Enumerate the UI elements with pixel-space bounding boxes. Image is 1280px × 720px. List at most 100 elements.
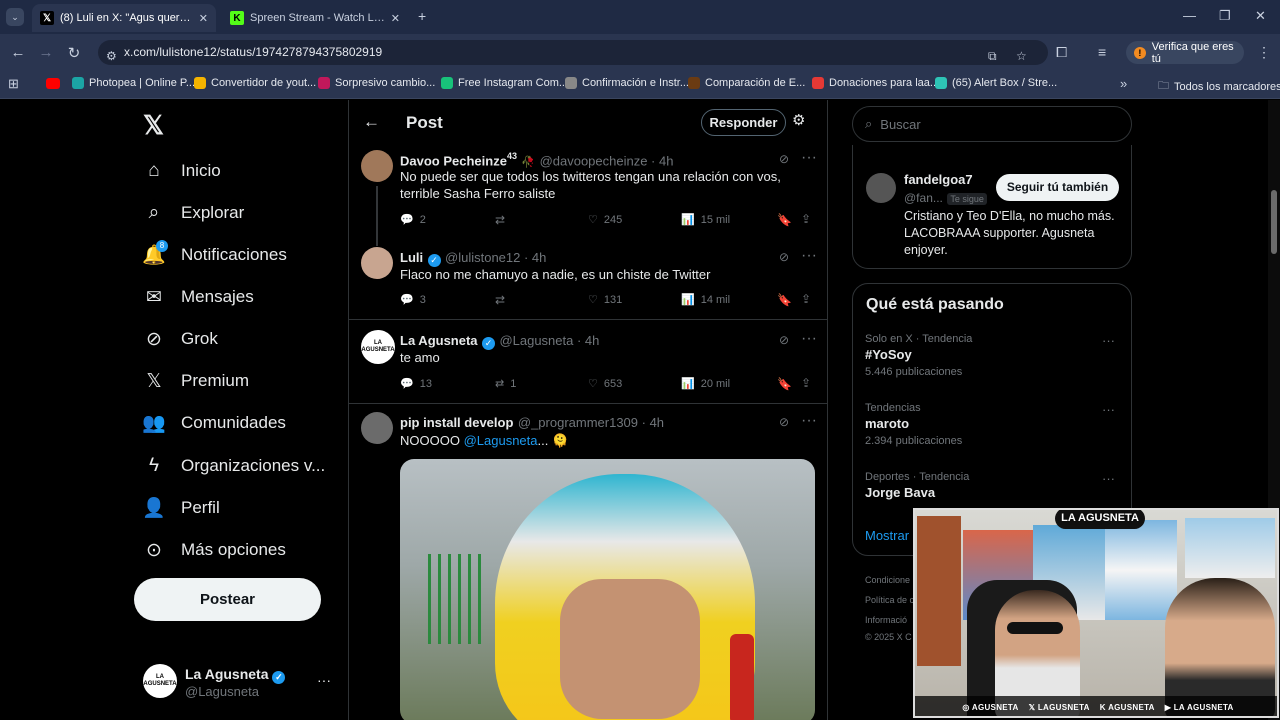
bookmark-item[interactable]: Free Instagram Com... — [441, 77, 568, 89]
grok-icon[interactable]: ⊘ — [779, 333, 789, 347]
more-icon[interactable]: ··· — [1102, 471, 1115, 486]
share-icon[interactable]: ⇪ — [801, 292, 811, 306]
scrollbar-thumb[interactable] — [1271, 190, 1277, 254]
footer-link[interactable]: © 2025 X C — [865, 632, 912, 642]
nav-item-explorar[interactable]: ⌕ Explorar — [143, 202, 245, 224]
reply-action[interactable]: 💬 2 — [400, 213, 426, 227]
mention-link[interactable]: @Lagusneta — [464, 433, 538, 448]
show-more-link[interactable]: Mostrar — [865, 528, 909, 543]
bookmark-item[interactable]: Photopea | Online P... — [72, 77, 195, 89]
close-icon[interactable]: ✕ — [391, 12, 400, 25]
menu-icon[interactable]: ⋮ — [1257, 44, 1271, 61]
share-icon[interactable]: ⇪ — [801, 212, 811, 226]
back-button[interactable]: ← — [8, 44, 28, 61]
more-icon[interactable]: ··· — [1102, 402, 1115, 417]
bookmark-item[interactable]: Donaciones para laa... — [812, 77, 939, 89]
follow-back-button[interactable]: Seguir tú también — [996, 174, 1119, 201]
tab-x-post[interactable]: 𝕏 (8) Luli en X: "Agus querido per ✕ — [32, 4, 216, 32]
forward-button[interactable]: → — [36, 44, 56, 61]
like-action[interactable]: ♡ 653 — [588, 377, 622, 391]
extensions-icon[interactable]: ⧠ — [1056, 44, 1067, 61]
bookmark-star-icon[interactable]: ☆ — [1016, 44, 1027, 69]
views-action[interactable]: 📊 14 mil — [681, 293, 730, 307]
x-logo-icon[interactable]: 𝕏 — [143, 110, 164, 141]
like-action[interactable]: ♡ 245 — [588, 213, 622, 227]
reading-list-icon[interactable]: ≡ — [1098, 44, 1106, 60]
views-action[interactable]: 📊 20 mil — [681, 377, 730, 391]
nav-item-mensajes[interactable]: ✉ Mensajes — [143, 286, 254, 308]
tweet[interactable]: Luli ✓ @lulistone12 · 4h ⊘ ··· Flaco no … — [349, 244, 827, 320]
communities-icon: 👥 — [142, 413, 166, 434]
account-switcher[interactable]: LA AGUSNETA La Agusneta ✓ @Lagusneta ··· — [143, 664, 338, 704]
site-info-icon[interactable]: ⚙ — [106, 44, 117, 69]
retweet-action[interactable]: ⇄ — [495, 213, 505, 227]
more-icon[interactable]: ··· — [1102, 333, 1115, 348]
more-icon[interactable]: ··· — [317, 672, 331, 688]
more-icon[interactable]: ··· — [801, 330, 817, 348]
search-input[interactable]: ⌕ Buscar — [852, 106, 1132, 142]
nav-item-inicio[interactable]: ⌂ Inicio — [143, 160, 220, 182]
retweet-action[interactable]: ⇄ 1 — [495, 377, 516, 391]
all-bookmarks-button[interactable]: 🗀 Todos los marcadores — [1158, 77, 1280, 96]
footer-link[interactable]: Informació — [865, 615, 907, 625]
tweet[interactable]: LA AGUSNETA La Agusneta ✓ @Lagusneta · 4h… — [349, 320, 827, 404]
like-action[interactable]: ♡ 131 — [588, 293, 622, 307]
post-button[interactable]: Postear — [134, 578, 321, 621]
more-icon[interactable]: ··· — [801, 247, 817, 265]
restore-button[interactable]: ❐ — [1219, 8, 1231, 24]
nav-item-comunidades[interactable]: 👥 Comunidades — [142, 412, 286, 434]
footer-link[interactable]: Condicione — [865, 575, 910, 585]
cast-icon[interactable]: ⧉ — [988, 44, 997, 69]
close-window-button[interactable]: ✕ — [1255, 8, 1266, 24]
nav-label: Explorar — [181, 203, 245, 222]
youtube-bookmark-icon[interactable] — [46, 78, 60, 89]
tab-kick-stream[interactable]: K Spreen Stream - Watch Live on ✕ — [222, 4, 408, 32]
trend-item[interactable]: Deportes · Tendencia Jorge Bava ··· — [865, 471, 1120, 504]
filter-icon[interactable]: ⚙ — [792, 111, 805, 129]
nav-item-más-opciones[interactable]: ⊙ Más opciones — [143, 539, 286, 561]
lightning-icon: ϟ — [148, 455, 160, 476]
bookmark-icon[interactable]: 🔖 — [777, 377, 792, 391]
bookmark-item[interactable]: (65) Alert Box / Stre... — [935, 77, 1057, 89]
close-icon[interactable]: ✕ — [199, 12, 208, 25]
grok-icon[interactable]: ⊘ — [779, 152, 789, 166]
new-tab-button[interactable]: + — [418, 8, 426, 24]
bookmark-item[interactable]: Convertidor de yout... — [194, 77, 316, 89]
footer-link[interactable]: Política de c — [865, 595, 914, 605]
follow-name[interactable]: fandelgoa7 — [904, 172, 973, 187]
nav-item-perfil[interactable]: 👤 Perfil — [142, 497, 220, 519]
reply-action[interactable]: 💬 3 — [400, 293, 426, 307]
avatar[interactable] — [866, 173, 896, 203]
reply-action[interactable]: 💬 13 — [400, 377, 432, 391]
apps-icon[interactable]: ⊞ — [8, 76, 19, 92]
tweet[interactable]: pip install develop @_programmer1309 · 4… — [349, 404, 827, 720]
more-icon[interactable]: ··· — [801, 149, 817, 167]
minimize-button[interactable]: — — [1183, 8, 1196, 23]
more-bookmarks-icon[interactable]: » — [1120, 76, 1127, 91]
bookmark-item[interactable]: Sorpresivo cambio... — [318, 77, 435, 89]
trend-item[interactable]: Solo en X · Tendencia #YoSoy 5.446 publica… — [865, 333, 1120, 378]
grok-icon[interactable]: ⊘ — [779, 250, 789, 264]
retweet-action[interactable]: ⇄ — [495, 293, 505, 307]
nav-item-premium[interactable]: 𝕏 Premium — [143, 370, 249, 392]
reload-button[interactable]: ↻ — [64, 44, 84, 62]
bookmark-icon[interactable]: 🔖 — [777, 213, 792, 227]
back-arrow-icon[interactable]: ← — [363, 112, 380, 132]
bookmark-item[interactable]: Comparación de E... — [688, 77, 805, 89]
tweet-media-image[interactable] — [400, 459, 815, 720]
bookmark-icon[interactable]: 🔖 — [777, 293, 792, 307]
address-bar[interactable]: ⚙ x.com/lulistone12/status/1974278794375… — [98, 40, 1048, 65]
grok-icon[interactable]: ⊘ — [779, 415, 789, 429]
views-action[interactable]: 📊 15 mil — [681, 213, 730, 227]
trend-item[interactable]: Tendencias maroto 2.394 publicaciones ··· — [865, 402, 1120, 447]
nav-item-grok[interactable]: ⊘ Grok — [143, 328, 218, 350]
share-icon[interactable]: ⇪ — [801, 376, 811, 390]
tab-search-button[interactable]: ⌄ — [6, 8, 24, 26]
reply-button[interactable]: Responder — [701, 109, 786, 136]
follows-you-badge: Te sigue — [947, 193, 987, 205]
more-icon[interactable]: ··· — [801, 412, 817, 430]
nav-item-organizaciones-v-[interactable]: ϟ Organizaciones v... — [143, 455, 325, 477]
tweet[interactable]: Davoo Pecheinze43 🥀 @davoopecheinze · 4h… — [349, 146, 827, 246]
verify-button[interactable]: ! Verifica que eres tú — [1126, 41, 1244, 65]
bookmark-item[interactable]: Confirmación e Instr... — [565, 77, 689, 89]
